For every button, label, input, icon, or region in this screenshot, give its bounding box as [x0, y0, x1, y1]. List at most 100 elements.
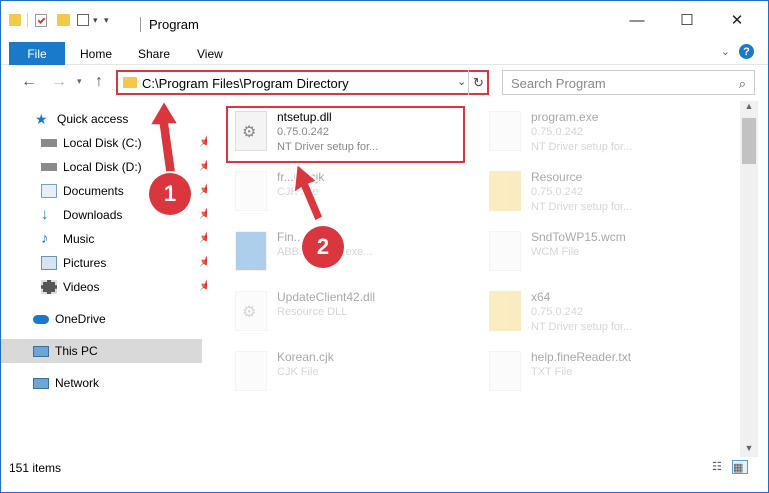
sidebar-item-local-disk-c[interactable]: Local Disk (C:) 📌 — [11, 131, 211, 155]
file-item-korean[interactable]: Korean.cjk CJK File — [231, 347, 461, 397]
scroll-up-icon[interactable]: ▲ — [740, 101, 758, 115]
folder-icon — [9, 14, 21, 26]
up-icon[interactable]: ↑ — [95, 73, 103, 91]
file-type: WCM File — [531, 246, 580, 258]
customize-icon[interactable] — [77, 14, 89, 26]
divider — [27, 13, 28, 27]
properties-icon[interactable] — [35, 14, 47, 27]
file-item-program[interactable]: program.exe 0.75.0.242 NT Driver setup f… — [485, 107, 715, 157]
file-name: UpdateClient42.dll — [277, 290, 376, 304]
cloud-icon — [33, 314, 49, 324]
sidebar-item-onedrive[interactable]: OneDrive — [11, 307, 201, 331]
file-name: fr...ml.cjk — [277, 170, 325, 184]
tiles-view-icon[interactable]: ▦ — [732, 460, 748, 474]
status-bar: 151 items ☷ ▦ — [1, 457, 768, 480]
new-folder-icon[interactable] — [57, 14, 70, 26]
ribbon: File Home Share View ⌄ ? — [1, 39, 768, 65]
scrollbar-thumb[interactable] — [742, 118, 756, 164]
videos-icon — [41, 280, 57, 294]
sidebar-item-label: This PC — [55, 344, 98, 358]
sidebar-item-quick-access[interactable]: ★ Quick access — [11, 107, 201, 131]
file-type: CJK File — [277, 366, 319, 378]
folder-icon — [489, 171, 521, 211]
highlight-box — [226, 106, 465, 163]
file-icon — [489, 231, 521, 271]
tab-home[interactable]: Home — [80, 47, 112, 61]
downloads-icon: ↓ — [41, 206, 49, 223]
item-count: 151 items — [9, 461, 62, 475]
folder-icon — [123, 77, 137, 88]
sidebar-item-label: Quick access — [57, 112, 129, 126]
close-button[interactable]: ✕ — [714, 1, 760, 39]
file-item-sndtowp[interactable]: SndToWP15.wcm WCM File — [485, 227, 715, 277]
tab-share[interactable]: Share — [138, 47, 170, 61]
sidebar-item-label: Local Disk (C:) — [63, 136, 142, 150]
details-view-icon[interactable]: ☷ — [712, 460, 728, 474]
search-icon[interactable]: ⌕ — [739, 76, 746, 92]
file-description: NT Driver setup for... — [531, 321, 633, 333]
file-description: NT Driver setup for... — [531, 141, 633, 153]
maximize-button[interactable]: ☐ — [664, 1, 710, 39]
sidebar-item-videos[interactable]: Videos 📌 — [11, 275, 211, 299]
file-item-app[interactable]: Fin...exe ABB...ground exe... — [231, 227, 461, 277]
network-icon — [33, 377, 49, 389]
address-bar[interactable]: C:\Program Files\Program Directory ⌄ ↻ — [116, 70, 489, 95]
recent-locations-icon[interactable]: ▾ — [77, 76, 82, 87]
file-item-resource[interactable]: Resource 0.75.0.242 NT Driver setup for.… — [485, 167, 715, 217]
music-icon: ♪ — [41, 230, 49, 247]
file-name: program.exe — [531, 110, 599, 124]
file-version: 0.75.0.242 — [531, 126, 583, 138]
window-title: Program — [149, 17, 199, 32]
sidebar-item-label: Local Disk (D:) — [63, 160, 142, 174]
file-item-updateclient[interactable]: ⚙ UpdateClient42.dll Resource DLL — [231, 287, 461, 337]
folder-icon — [489, 291, 521, 331]
sidebar-item-label: Downloads — [63, 208, 123, 222]
address-path[interactable]: C:\Program Files\Program Directory — [142, 76, 349, 91]
file-type: Resource DLL — [277, 306, 348, 318]
title-divider — [140, 17, 141, 32]
file-type: CJK File — [277, 186, 319, 198]
refresh-icon[interactable]: ↻ — [468, 70, 488, 95]
navigation-pane: ★ Quick access Local Disk (C:) 📌 Local D… — [1, 101, 211, 457]
expand-ribbon-icon[interactable]: ⌄ — [721, 45, 730, 58]
sidebar-item-network[interactable]: Network — [11, 371, 201, 395]
forward-icon[interactable]: → — [51, 73, 67, 91]
sidebar-item-music[interactable]: ♪ Music 📌 — [11, 227, 211, 251]
file-icon — [235, 171, 267, 211]
file-description: NT Driver setup for... — [531, 201, 633, 213]
step-badge-2: 2 — [302, 226, 344, 268]
sidebar-item-label: Documents — [63, 184, 124, 198]
sidebar-item-label: Network — [55, 376, 100, 390]
tab-view[interactable]: View — [197, 47, 223, 61]
exe-file-icon — [489, 111, 521, 151]
pictures-icon — [41, 256, 57, 270]
file-item-x64[interactable]: x64 0.75.0.242 NT Driver setup for... — [485, 287, 715, 337]
search-placeholder: Search Program — [511, 76, 606, 91]
star-icon: ★ — [35, 111, 48, 127]
scroll-down-icon[interactable]: ▼ — [740, 443, 758, 457]
file-item-cjk[interactable]: fr...ml.cjk CJK File — [231, 167, 461, 217]
sidebar-item-label: Pictures — [63, 256, 107, 270]
minimize-button[interactable]: — — [614, 1, 660, 39]
chevron-down-icon[interactable]: ▾ — [93, 15, 98, 26]
sidebar-item-pictures[interactable]: Pictures 📌 — [11, 251, 211, 275]
vertical-scrollbar[interactable]: ▲ ▼ — [740, 101, 758, 457]
help-button[interactable]: ? — [739, 44, 754, 59]
file-version: 0.75.0.242 — [531, 186, 583, 198]
sidebar-item-this-pc[interactable]: This PC — [1, 339, 202, 363]
tab-file[interactable]: File — [9, 42, 65, 65]
chevron-down-icon[interactable]: ⌄ — [457, 75, 466, 88]
file-icon — [489, 351, 521, 391]
dll-file-icon: ⚙ — [235, 291, 267, 331]
app-icon — [235, 231, 267, 271]
search-input[interactable]: Search Program ⌕ — [502, 70, 755, 95]
computer-icon — [33, 345, 49, 357]
toolbar-dropdown-icon[interactable]: ▾ — [104, 15, 109, 26]
documents-icon — [41, 184, 57, 198]
title-bar: ▾ ▾ Program — ☐ ✕ — [1, 1, 768, 39]
back-icon[interactable]: ← — [21, 73, 37, 91]
file-name: Korean.cjk — [277, 350, 334, 364]
file-item-help[interactable]: help.fineReader.txt TXT File — [485, 347, 715, 397]
explorer-window: ▾ ▾ Program — ☐ ✕ File Home Share View ⌄… — [0, 0, 769, 493]
drive-icon — [41, 163, 57, 171]
